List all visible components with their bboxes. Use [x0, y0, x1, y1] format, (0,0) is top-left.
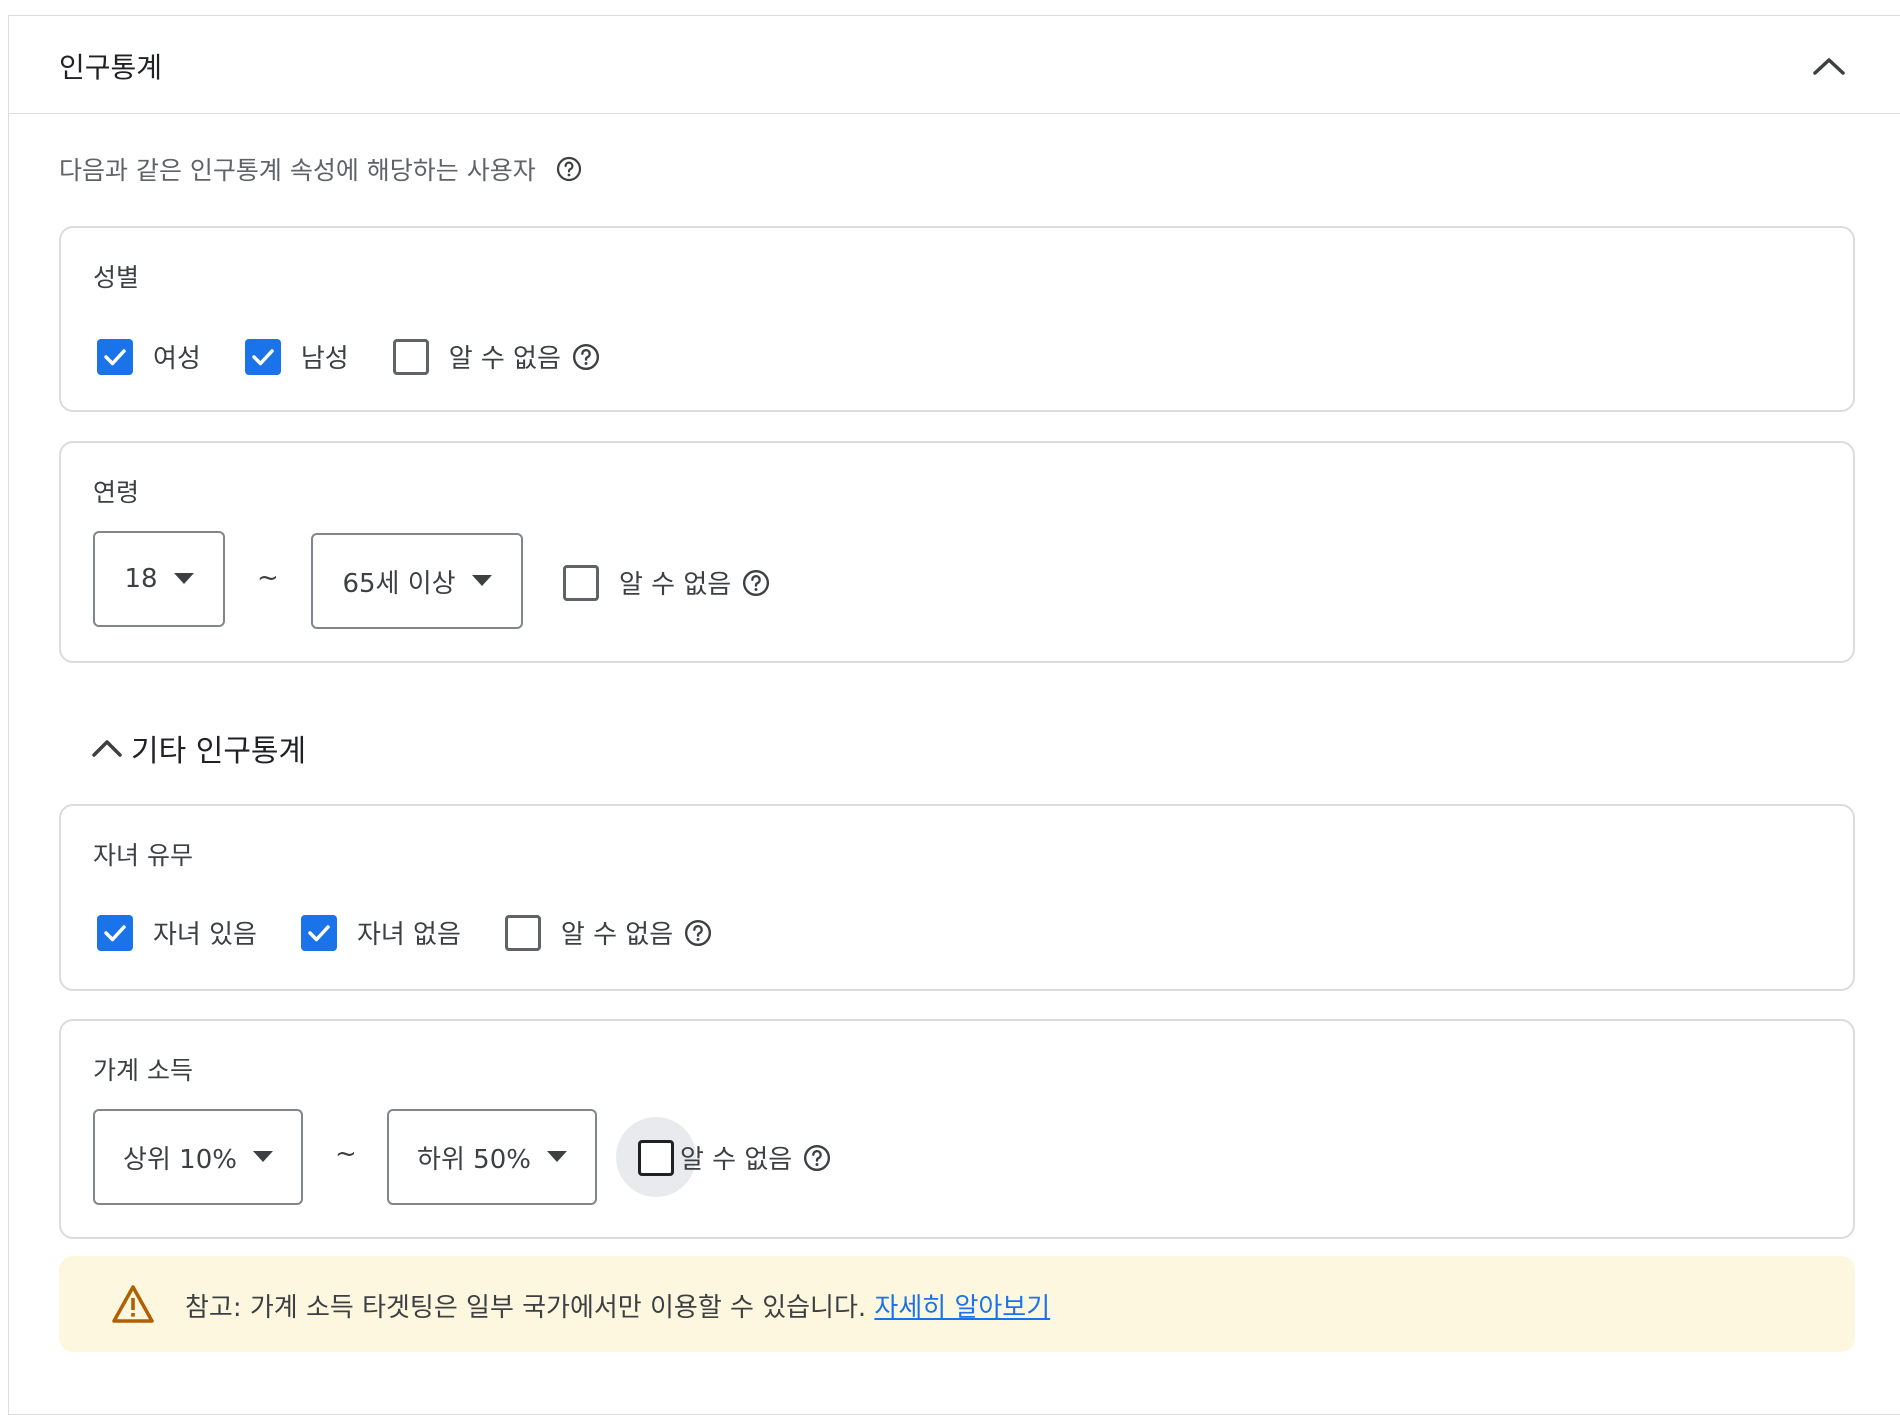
chevron-up-icon: [92, 740, 122, 757]
chevron-up-icon: [1813, 58, 1845, 75]
age-to-select[interactable]: 65세 이상: [311, 533, 523, 629]
gender-options: 여성 남성 알 수 없음: [97, 338, 645, 375]
income-title: 가계 소득: [93, 1056, 193, 1085]
help-icon[interactable]: [571, 342, 601, 372]
parental-card: 자녀 유무 자녀 있음 자녀 없음 알 수 없음: [59, 804, 1855, 991]
gender-option-unknown[interactable]: 알 수 없음: [392, 338, 601, 375]
check-icon: [104, 924, 126, 941]
select-value: 65세 이상: [342, 568, 456, 599]
collapse-button[interactable]: [1807, 46, 1851, 86]
learn-more-link[interactable]: 자세히 알아보기: [874, 1293, 1050, 1323]
checkbox-checked[interactable]: [244, 338, 281, 375]
help-icon[interactable]: [741, 568, 771, 598]
check-icon: [252, 348, 274, 365]
help-icon[interactable]: [802, 1143, 832, 1173]
parental-option-no-children[interactable]: 자녀 없음: [300, 914, 461, 951]
warning-icon: [112, 1285, 154, 1323]
select-value: 18: [124, 564, 158, 594]
parental-option-unknown[interactable]: 알 수 없음: [504, 914, 713, 951]
checkbox-checked[interactable]: [97, 914, 133, 951]
option-label: 알 수 없음: [680, 1145, 793, 1175]
option-label: 여성: [153, 344, 201, 374]
other-demographics-toggle[interactable]: 기타 인구통계: [91, 726, 306, 770]
gender-option-female[interactable]: 여성: [97, 338, 201, 375]
option-label: 알 수 없음: [560, 920, 674, 950]
parental-title: 자녀 유무: [93, 841, 193, 870]
age-from-select[interactable]: 18: [93, 531, 225, 627]
gender-option-male[interactable]: 남성: [244, 338, 349, 375]
income-from-select[interactable]: 상위 10%: [93, 1109, 303, 1205]
gender-card: 성별 여성 남성 알 수 없음: [59, 226, 1855, 412]
checkbox-unchecked[interactable]: [504, 914, 541, 951]
option-label: 알 수 없음: [448, 344, 561, 374]
income-card: 가계 소득 상위 10% ~ 하위 50% 알 수 없음: [59, 1019, 1855, 1239]
subtitle: 다음과 같은 인구통계 속성에 해당하는 사용자: [59, 151, 584, 187]
income-notice-banner: 참고: 가계 소득 타겟팅은 일부 국가에서만 이용할 수 있습니다. 자세히 …: [59, 1256, 1855, 1352]
age-title: 연령: [93, 478, 140, 507]
dropdown-arrow-icon: [546, 1151, 567, 1162]
range-separator: ~: [257, 563, 279, 593]
notice-message: 참고: 가계 소득 타겟팅은 일부 국가에서만 이용할 수 있습니다.: [185, 1293, 875, 1323]
checkbox-unchecked[interactable]: [563, 564, 599, 601]
parental-option-has-children[interactable]: 자녀 있음: [97, 914, 257, 951]
demographics-panel: 인구통계 다음과 같은 인구통계 속성에 해당하는 사용자 성별 여성 남성 알…: [8, 15, 1900, 1415]
checkbox-checked[interactable]: [97, 338, 133, 375]
other-demographics-label: 기타 인구통계: [131, 734, 307, 769]
help-icon[interactable]: [554, 154, 584, 184]
dropdown-arrow-icon: [471, 575, 492, 586]
check-icon: [308, 924, 330, 941]
subtitle-text: 다음과 같은 인구통계 속성에 해당하는 사용자: [59, 156, 536, 185]
option-label: 알 수 없음: [619, 570, 732, 600]
checkbox-unchecked[interactable]: [392, 338, 429, 375]
check-icon: [104, 348, 126, 365]
age-card: 연령 18 ~ 65세 이상 알 수 없음: [59, 441, 1855, 663]
notice-text: 참고: 가계 소득 타겟팅은 일부 국가에서만 이용할 수 있습니다. 자세히 …: [185, 1287, 1050, 1324]
age-unknown-option[interactable]: 알 수 없음: [563, 564, 771, 601]
select-value: 하위 50%: [417, 1144, 531, 1175]
income-unknown-option[interactable]: 알 수 없음: [638, 1139, 832, 1176]
gender-title: 성별: [93, 263, 140, 292]
panel-title: 인구통계: [59, 51, 163, 84]
checkbox-checked[interactable]: [300, 914, 337, 951]
panel-header[interactable]: 인구통계: [9, 16, 1900, 114]
dropdown-arrow-icon: [252, 1151, 273, 1162]
select-value: 상위 10%: [123, 1144, 237, 1175]
option-label: 남성: [300, 344, 349, 374]
range-separator: ~: [335, 1139, 357, 1169]
option-label: 자녀 없음: [356, 920, 461, 950]
dropdown-arrow-icon: [173, 573, 194, 584]
help-icon[interactable]: [683, 918, 713, 948]
income-to-select[interactable]: 하위 50%: [387, 1109, 597, 1205]
parental-options: 자녀 있음 자녀 없음 알 수 없음: [97, 914, 757, 951]
checkbox-unchecked[interactable]: [638, 1139, 674, 1176]
option-label: 자녀 있음: [153, 920, 257, 950]
